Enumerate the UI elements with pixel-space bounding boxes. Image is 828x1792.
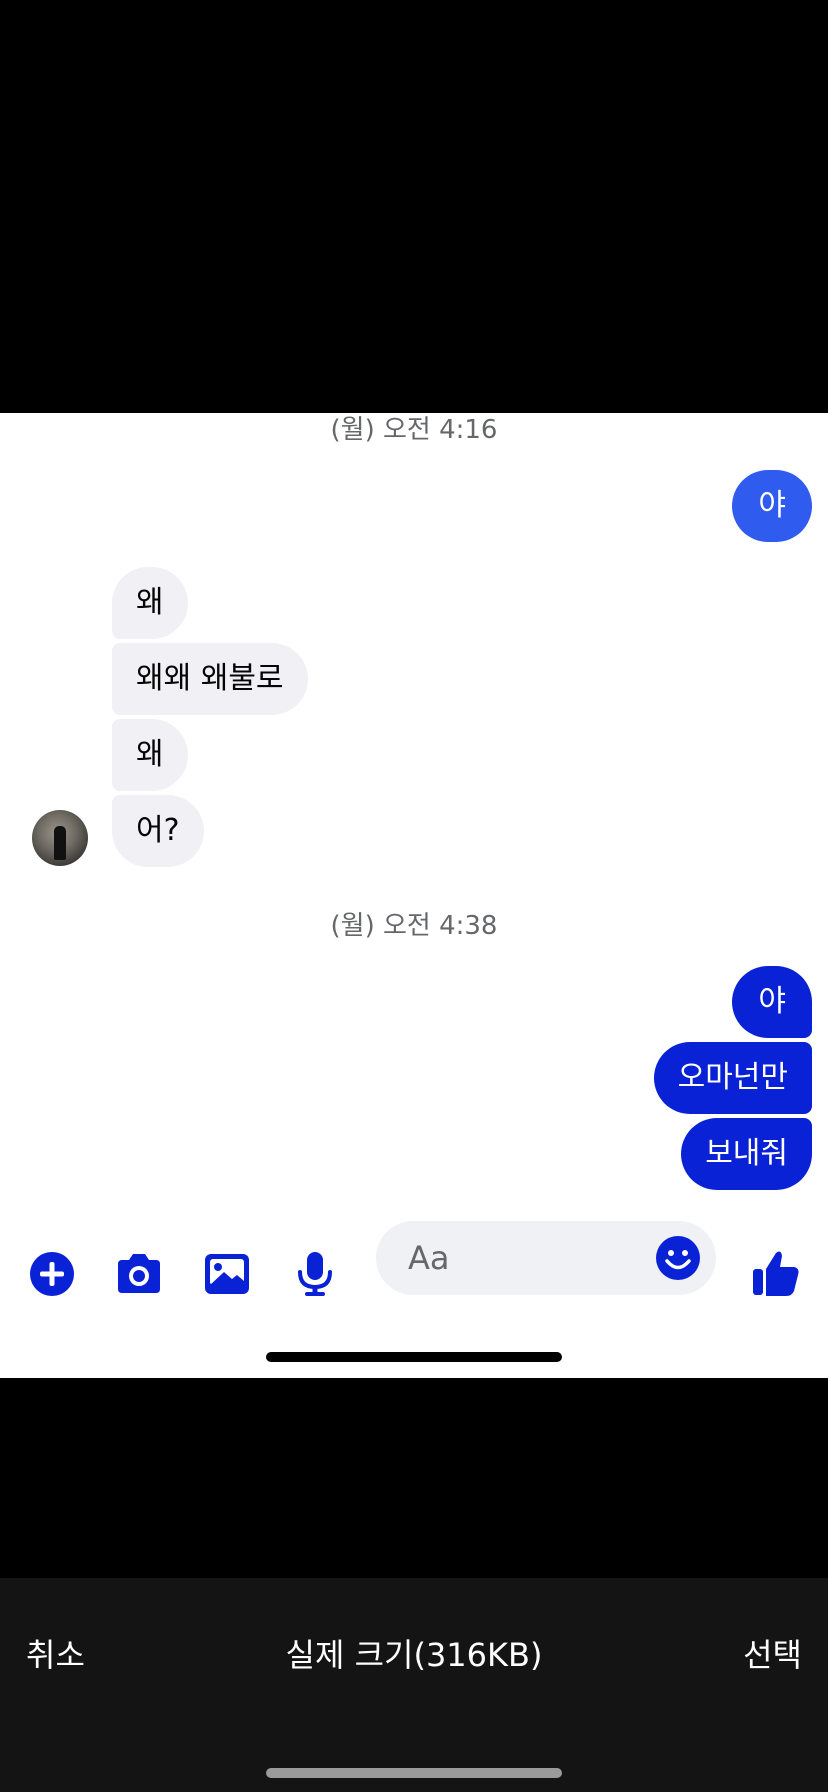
camera-icon[interactable] [114,1249,164,1299]
plus-icon[interactable] [27,1249,77,1299]
select-button[interactable]: 선택 [743,1630,802,1676]
thumbs-up-icon[interactable] [750,1247,802,1299]
microphone-icon[interactable] [290,1249,340,1299]
message-input[interactable]: Aa [376,1221,716,1295]
timestamp: (월) 오전 4:16 [330,415,498,445]
outgoing-message[interactable]: 오마넌만 [653,1042,812,1114]
message-input-placeholder: Aa [408,1239,450,1277]
emoji-icon[interactable] [654,1234,702,1282]
timestamp: (월) 오전 4:38 [330,911,498,941]
photo-picker-bar: 취소 실제 크기(316KB) 선택 [0,1578,828,1792]
home-indicator [266,1352,562,1362]
image-preview: (월) 오전 4:16 야 왜 왜왜 왜불로 왜 어? (월) 오전 4:38 … [0,413,828,1378]
incoming-message[interactable]: 왜 [112,567,188,639]
incoming-message[interactable]: 왜왜 왜불로 [112,643,308,715]
outgoing-message[interactable]: 보내줘 [681,1118,812,1190]
gallery-icon[interactable] [202,1249,252,1299]
incoming-message[interactable]: 어? [112,795,204,867]
outgoing-message[interactable]: 야 [732,470,812,542]
incoming-message[interactable]: 왜 [112,719,188,791]
outgoing-message[interactable]: 야 [732,966,812,1038]
actual-size-option[interactable]: 실제 크기(316KB) [0,1630,828,1676]
avatar[interactable] [32,810,88,866]
home-indicator [266,1768,562,1778]
